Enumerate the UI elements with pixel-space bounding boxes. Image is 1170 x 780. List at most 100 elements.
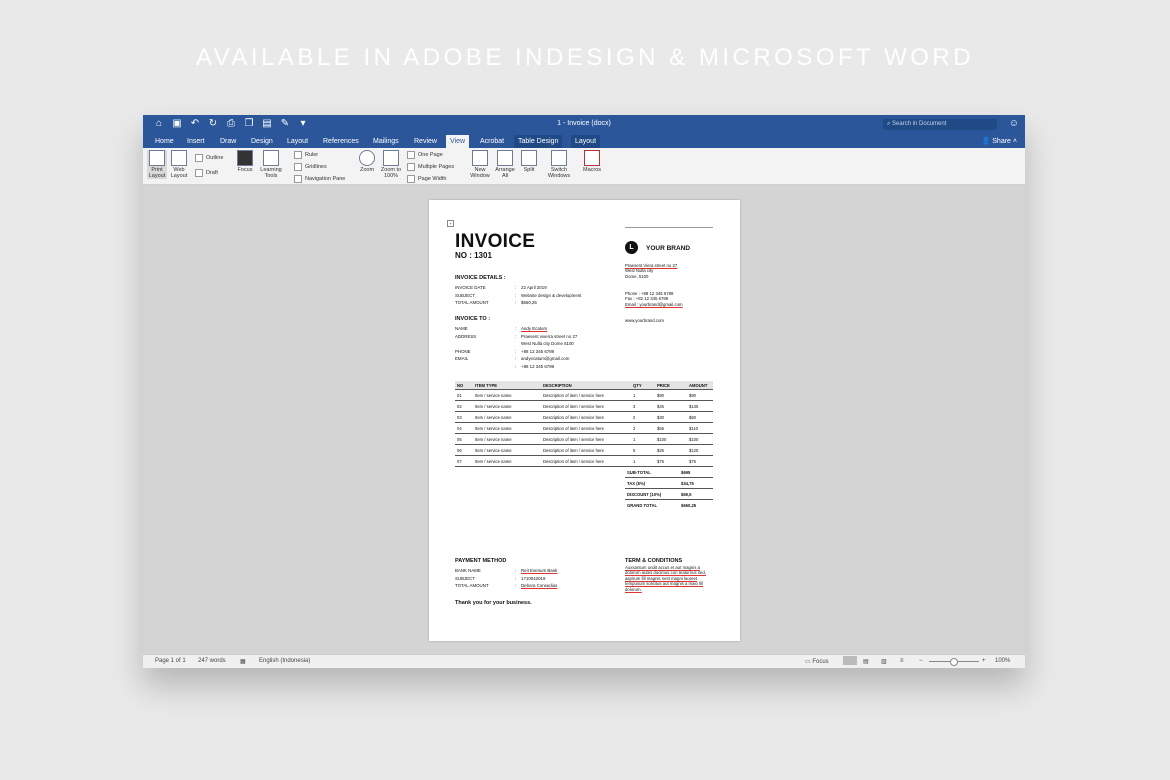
tab-table-layout[interactable]: Layout — [571, 135, 601, 148]
totals-row: GRAND TOTAL $660,25 — [625, 500, 713, 511]
detail-row: INVOICE DATE:22 April 2019 — [455, 285, 547, 290]
payment-heading: PAYMENT METHOD — [455, 558, 507, 564]
zoom-level[interactable]: 100% — [995, 658, 1010, 664]
cell-description: Description of item / service here — [541, 433, 631, 445]
payment-row: SUBJECT:1710042019 — [455, 575, 546, 581]
to-row: NAME: Andy Ecatum — [455, 326, 548, 331]
table-row[interactable]: 05 Item / service name Description of item… — [455, 433, 713, 445]
zoom-100-button[interactable]: Zoom to 100% — [378, 150, 404, 179]
cell-qty: 2 — [631, 422, 655, 434]
invoice-title: INVOICE — [455, 231, 536, 252]
to-value: +88 12 345 6789 — [521, 348, 555, 354]
tab-table-design[interactable]: Table Design — [514, 135, 563, 148]
zoom-out-icon[interactable]: − — [919, 658, 923, 664]
tab-home[interactable]: Home — [151, 135, 178, 148]
detail-value: $660,25 — [521, 300, 537, 305]
totals-key: DISCOUNT (10%) — [625, 488, 679, 500]
tab-mailings[interactable]: Mailings — [369, 135, 403, 148]
arrange-all-button[interactable]: Arrange All — [493, 150, 517, 179]
split-button[interactable]: Split — [519, 150, 539, 173]
feedback-icon[interactable]: ☺ — [1009, 118, 1019, 129]
to-row: PHONE: +88 12 345 6789 — [455, 348, 555, 354]
col-amount: AMOUNT — [687, 381, 713, 390]
focus-button[interactable]: Focus — [235, 150, 255, 173]
terms-heading: TERM & CONDITIONS — [625, 558, 683, 564]
learning-tools-icon — [263, 150, 279, 166]
tab-design[interactable]: Design — [247, 135, 277, 148]
document-area[interactable]: + INVOICE NO : 1301 INVOICE DETAILS : IN… — [143, 185, 1025, 655]
document-page[interactable]: + INVOICE NO : 1301 INVOICE DETAILS : IN… — [429, 200, 740, 641]
table-move-handle-icon[interactable]: + — [447, 220, 454, 227]
table-row[interactable]: 07 Item / service name Description of item… — [455, 455, 713, 467]
table-row[interactable]: 03 Item / service name Description of item… — [455, 411, 713, 423]
print-layout-icon — [149, 150, 165, 166]
read-mode-icon[interactable]: ▥ — [881, 658, 887, 665]
tab-layout[interactable]: Layout — [283, 135, 312, 148]
web-layout-button[interactable]: Web Layout — [169, 150, 189, 179]
search-input[interactable]: ⌕ Search in Document — [883, 119, 997, 130]
navigation-pane-checkbox[interactable]: Navigation Pane — [294, 175, 345, 183]
print-layout-button[interactable]: Print Layout — [147, 150, 167, 179]
outline-view-icon[interactable]: ≡ — [900, 658, 904, 664]
cell-description: Description of item / service here — [541, 400, 631, 412]
cell-item-type: Item / service name — [473, 389, 541, 401]
tab-acrobat[interactable]: Acrobat — [476, 135, 508, 148]
web-layout-label: Web Layout — [170, 167, 188, 179]
web-layout-view-icon[interactable]: ▤ — [863, 658, 869, 665]
col-price: PRICE — [655, 381, 687, 390]
table-row[interactable]: 02 Item / service name Description of item… — [455, 400, 713, 412]
brand-web: www.yourbrand.com — [625, 318, 664, 323]
draft-button[interactable]: Draft — [195, 169, 218, 177]
payment-value: Reit Evenum Bank — [521, 568, 558, 573]
zoom-button[interactable]: Zoom — [357, 150, 377, 173]
totals-row: TAX (5%) $34,75 — [625, 477, 713, 489]
page-count[interactable]: Page 1 of 1 — [155, 658, 186, 664]
tab-insert[interactable]: Insert — [183, 135, 209, 148]
title-bar: ⌂ ▣ ↶ ↻ ⎙ ❐ ▤ ✎ ▾ 1 - Invoice (docx) ⌕ S… — [143, 115, 1025, 135]
focus-icon — [237, 150, 253, 166]
cell-qty: 1 — [631, 455, 655, 467]
invoice-details: INVOICE DATE:22 April 2019 SUBJECT: Websi… — [455, 284, 581, 307]
tab-review[interactable]: Review — [410, 135, 441, 148]
cell-no: 07 — [455, 455, 473, 467]
totals-table[interactable]: SUB-TOTAL $695 TAX (5%) $34,75 DISCOUNT (1… — [625, 467, 713, 510]
items-table[interactable]: NO ITEM TYPE DESCRIPTION QTY PRICE AMOUN… — [455, 381, 713, 467]
gridlines-checkbox[interactable]: Gridlines — [294, 163, 327, 171]
tab-references[interactable]: References — [319, 135, 363, 148]
ruler-checkbox[interactable]: Ruler — [294, 151, 318, 159]
focus-mode-button[interactable]: ▭ Focus — [805, 658, 829, 665]
payment-key: TOTAL AMOUNT — [455, 583, 489, 588]
learning-tools-button[interactable]: Learning Tools — [258, 150, 284, 179]
table-row[interactable]: 06 Item / service name Description of item… — [455, 444, 713, 456]
brand-email: Email : yourbrand@gmail.com — [625, 301, 683, 307]
cell-price: $25 — [655, 444, 687, 456]
language-label[interactable]: English (Indonesia) — [259, 658, 310, 664]
brand-address: Praesent Viera street no 27 West Nulla c… — [625, 263, 677, 279]
macros-button[interactable]: Macros — [580, 150, 604, 173]
new-window-button[interactable]: New Window — [468, 150, 492, 179]
multiple-pages-button[interactable]: Multiple Pages — [407, 163, 454, 171]
zoom-in-icon[interactable]: + — [982, 658, 986, 664]
proofing-icon[interactable]: ▦ — [240, 658, 246, 665]
table-row[interactable]: 04 Item / service name Description of item… — [455, 422, 713, 434]
brand-contact: Phone : +88 12 345 6789 Fax : +82 12 345… — [625, 291, 683, 307]
switch-windows-button[interactable]: Switch Windows — [545, 150, 573, 179]
table-row[interactable]: 01 Item / service name Description of item… — [455, 389, 713, 401]
outline-label: Outline — [206, 155, 224, 161]
one-page-button[interactable]: One Page — [407, 151, 443, 159]
tab-view[interactable]: View — [446, 135, 470, 148]
cell-price: $100 — [655, 433, 687, 445]
to-value: andyecatum@gmail.com — [521, 356, 570, 361]
share-button[interactable]: 👤 Share ˄ — [982, 135, 1017, 148]
zoom-label: Zoom — [359, 167, 375, 173]
tab-draw[interactable]: Draw — [216, 135, 240, 148]
ruler-label: Ruler — [305, 152, 319, 158]
zoom-icon — [359, 150, 375, 166]
outline-icon — [195, 154, 203, 162]
page-width-button[interactable]: Page Width — [407, 175, 446, 183]
cell-price: $30 — [655, 411, 687, 423]
print-layout-view-icon[interactable] — [843, 656, 857, 665]
outline-button[interactable]: Outline — [195, 154, 223, 162]
zoom-slider-thumb[interactable] — [950, 658, 958, 666]
word-count[interactable]: 247 words — [198, 658, 226, 664]
